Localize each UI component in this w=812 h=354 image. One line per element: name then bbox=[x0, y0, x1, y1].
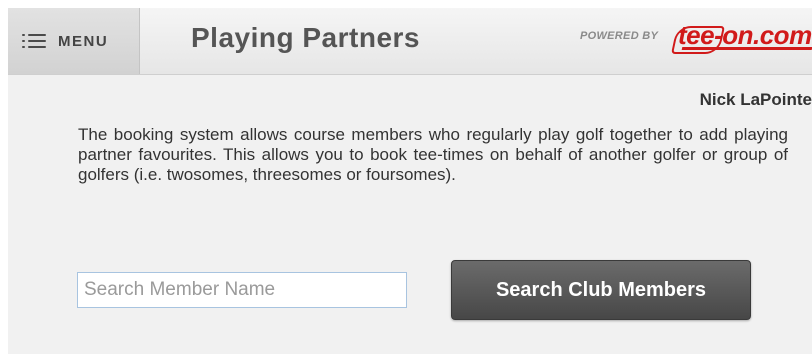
description-text: The booking system allows course members… bbox=[78, 125, 788, 184]
app-header: MENU Playing Partners POWERED BY tee-on.… bbox=[8, 8, 812, 75]
powered-by-text: POWERED BY bbox=[580, 30, 659, 42]
user-name: Nick LaPointe bbox=[699, 90, 812, 109]
search-club-members-button[interactable]: Search Club Members bbox=[451, 260, 751, 320]
search-member-input[interactable] bbox=[77, 272, 407, 308]
page-title: Playing Partners bbox=[191, 22, 420, 53]
menu-label: MENU bbox=[58, 32, 109, 50]
hamburger-icon bbox=[22, 33, 46, 49]
menu-button[interactable]: MENU bbox=[8, 8, 140, 74]
tee-on-logo[interactable]: tee-on.com bbox=[678, 20, 812, 51]
page-frame: MENU Playing Partners POWERED BY tee-on.… bbox=[8, 8, 812, 354]
